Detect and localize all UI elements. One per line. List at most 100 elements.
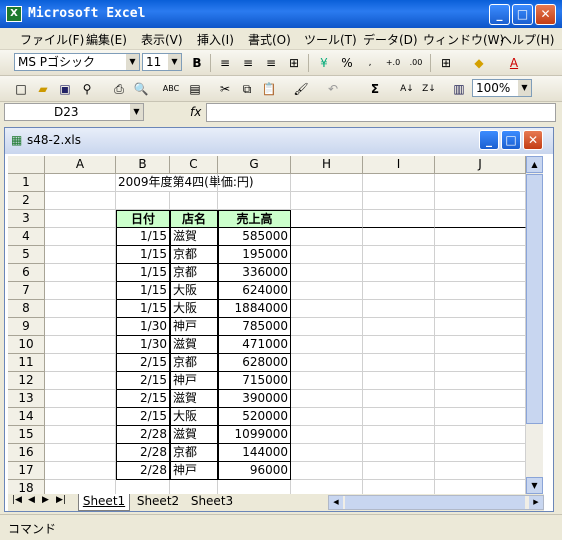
cell[interactable] (291, 390, 363, 408)
cell[interactable]: 日付 (116, 210, 170, 228)
fx-icon[interactable]: fx (190, 105, 201, 119)
cell[interactable] (45, 444, 116, 462)
merge-center-icon[interactable]: ⊞ (285, 54, 303, 72)
cell[interactable] (435, 426, 526, 444)
cell[interactable] (45, 336, 116, 354)
wb-restore-button[interactable]: □ (501, 130, 521, 150)
cell[interactable] (435, 210, 526, 228)
borders-icon[interactable]: ⊞ (437, 54, 455, 72)
cell[interactable] (45, 210, 116, 228)
cell[interactable] (363, 264, 435, 282)
cell[interactable] (435, 372, 526, 390)
copy-icon[interactable]: ⧉ (238, 80, 256, 98)
sales-cell[interactable]: 628000 (218, 354, 291, 372)
tab-sheet1[interactable]: Sheet1 (78, 494, 130, 511)
column-header[interactable]: I (363, 156, 435, 174)
date-cell[interactable]: 2/28 (116, 426, 170, 444)
sales-cell[interactable]: 1884000 (218, 300, 291, 318)
column-header[interactable]: G (218, 156, 291, 174)
cell[interactable] (435, 192, 526, 210)
cell[interactable] (170, 192, 218, 210)
cell[interactable] (291, 408, 363, 426)
column-header[interactable]: H (291, 156, 363, 174)
sales-cell[interactable]: 195000 (218, 246, 291, 264)
dropdown-arrow-icon[interactable]: ▼ (518, 80, 531, 96)
cell[interactable] (291, 210, 363, 228)
tab-first-icon[interactable]: |◀ (12, 495, 22, 505)
date-cell[interactable]: 2/15 (116, 390, 170, 408)
store-cell[interactable]: 神戸 (170, 462, 218, 480)
store-cell[interactable]: 京都 (170, 444, 218, 462)
cell[interactable] (435, 282, 526, 300)
cut-icon[interactable]: ✂ (216, 80, 234, 98)
cell[interactable] (363, 192, 435, 210)
row-header[interactable]: 5 (8, 246, 45, 264)
tab-sheet2[interactable]: Sheet2 (132, 494, 184, 511)
store-cell[interactable]: 京都 (170, 246, 218, 264)
cell[interactable] (363, 300, 435, 318)
cell[interactable] (45, 372, 116, 390)
menu-tools[interactable]: ツール(T) (304, 31, 357, 48)
paste-icon[interactable]: 📋 (260, 80, 278, 98)
row-header[interactable]: 15 (8, 426, 45, 444)
sales-cell[interactable]: 471000 (218, 336, 291, 354)
cell[interactable] (291, 336, 363, 354)
spelling-icon[interactable]: ABC (162, 80, 180, 98)
cell[interactable] (435, 354, 526, 372)
row-header[interactable]: 8 (8, 300, 45, 318)
scroll-left-icon[interactable]: ◀ (329, 496, 343, 509)
cell[interactable] (291, 300, 363, 318)
store-cell[interactable]: 神戸 (170, 372, 218, 390)
sales-cell[interactable]: 96000 (218, 462, 291, 480)
cell[interactable] (435, 444, 526, 462)
date-cell[interactable]: 1/15 (116, 246, 170, 264)
cell[interactable] (45, 462, 116, 480)
cell[interactable] (363, 390, 435, 408)
cell[interactable] (291, 444, 363, 462)
cell[interactable] (291, 354, 363, 372)
date-cell[interactable]: 2/15 (116, 372, 170, 390)
scroll-down-icon[interactable]: ▼ (526, 477, 543, 494)
row-header[interactable]: 14 (8, 408, 45, 426)
date-cell[interactable]: 1/30 (116, 336, 170, 354)
store-cell[interactable]: 滋賀 (170, 228, 218, 246)
store-cell[interactable]: 滋賀 (170, 426, 218, 444)
cell[interactable] (291, 372, 363, 390)
print-icon[interactable]: ⎙ (110, 80, 128, 98)
dropdown-arrow-icon[interactable]: ▼ (126, 54, 139, 70)
cell[interactable] (45, 282, 116, 300)
sales-cell[interactable]: 715000 (218, 372, 291, 390)
cell[interactable] (45, 246, 116, 264)
sales-cell[interactable]: 390000 (218, 390, 291, 408)
cell[interactable] (45, 408, 116, 426)
cell[interactable] (45, 228, 116, 246)
font-size-combo[interactable]: 11 ▼ (142, 53, 182, 71)
align-right-icon[interactable]: ≡ (262, 54, 280, 72)
cell[interactable] (363, 282, 435, 300)
cell[interactable] (363, 318, 435, 336)
cell[interactable] (435, 228, 526, 246)
cell[interactable] (45, 426, 116, 444)
currency-icon[interactable]: ¥ (315, 54, 333, 72)
sales-cell[interactable]: 1099000 (218, 426, 291, 444)
cell[interactable]: 売上高 (218, 210, 291, 228)
store-cell[interactable]: 京都 (170, 354, 218, 372)
cell[interactable] (291, 282, 363, 300)
row-header[interactable]: 2 (8, 192, 45, 210)
horizontal-scrollbar[interactable]: ◀ ▶ (328, 495, 544, 510)
row-header[interactable]: 9 (8, 318, 45, 336)
store-cell[interactable]: 大阪 (170, 300, 218, 318)
decrease-decimal-icon[interactable]: .00 (407, 54, 425, 72)
format-painter-icon[interactable]: 🖌 (292, 80, 310, 98)
row-header[interactable]: 3 (8, 210, 45, 228)
permission-icon[interactable]: ⚲ (78, 80, 96, 98)
tab-prev-icon[interactable]: ◀ (28, 495, 35, 505)
cell[interactable] (363, 336, 435, 354)
align-center-icon[interactable]: ≡ (239, 54, 257, 72)
zoom-combo[interactable]: 100% ▼ (472, 79, 532, 97)
select-all-corner[interactable] (8, 156, 45, 174)
cell[interactable] (291, 192, 363, 210)
undo-icon[interactable]: ↶ (324, 80, 342, 98)
menu-edit[interactable]: 編集(E) (86, 31, 127, 48)
cell[interactable] (435, 462, 526, 480)
